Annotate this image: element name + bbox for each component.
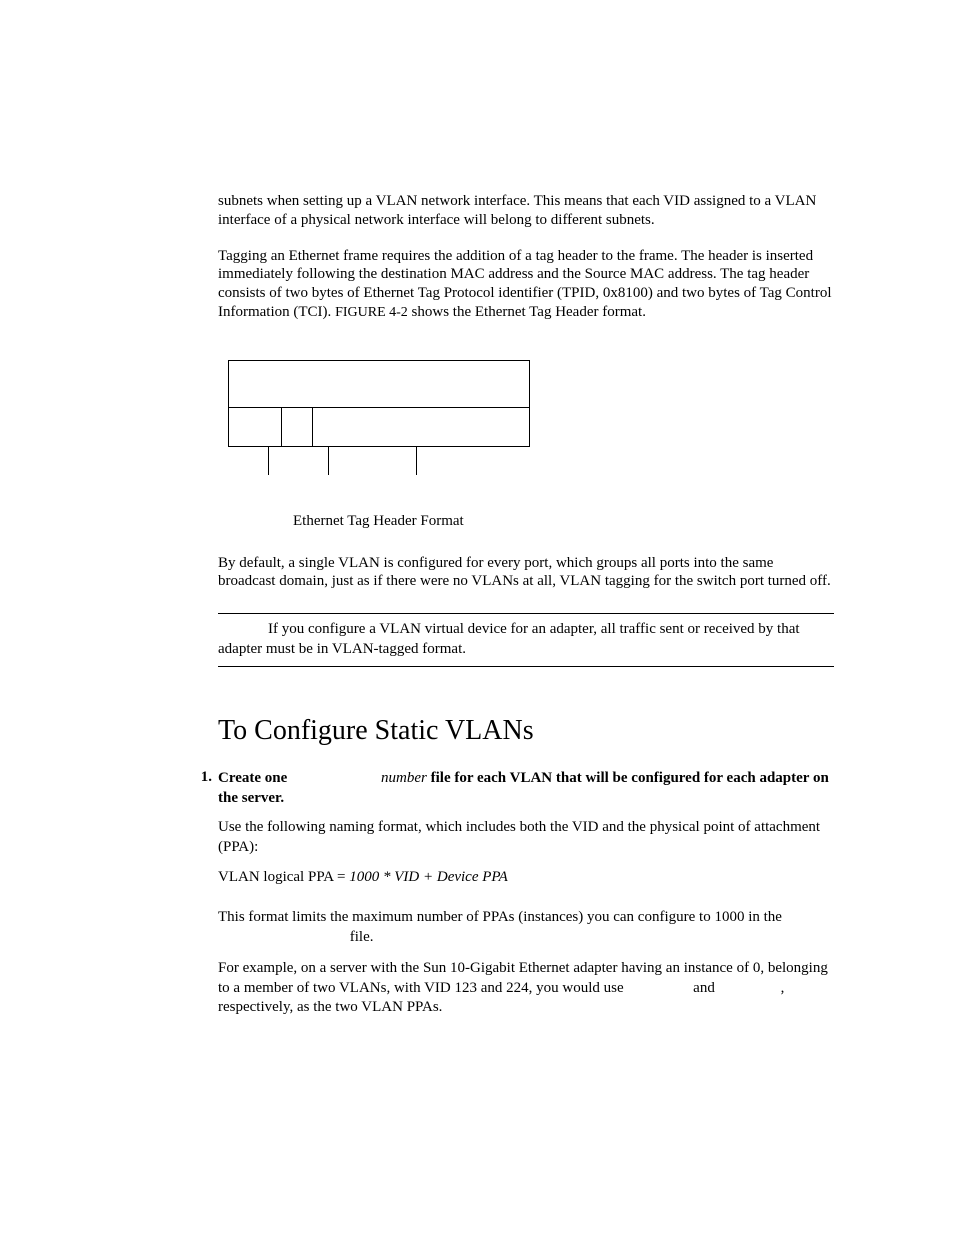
figure-caption: Ethernet Tag Header Format	[218, 513, 834, 530]
diagram-tick	[328, 447, 329, 475]
step-1: 1. Create one number file for each VLAN …	[218, 769, 834, 1018]
paragraph-default-vlan: By default, a single VLAN is configured …	[218, 554, 834, 592]
note-text: If you configure a VLAN virtual device f…	[218, 620, 834, 659]
step-sub-naming-format: Use the following naming format, which i…	[218, 818, 834, 857]
step-formula: VLAN logical PPA = 1000 * VID + Device P…	[218, 869, 834, 886]
text-run: This format limits the maximum number of…	[218, 909, 782, 925]
italic-number: number	[381, 770, 427, 786]
figure-reference: FIGURE 4-2	[335, 305, 408, 320]
diagram-cell	[229, 408, 282, 446]
diagram-tick	[268, 447, 269, 475]
note-box: If you configure a VLAN virtual device f…	[218, 613, 834, 667]
diagram-cell	[282, 408, 313, 446]
diagram-cell	[313, 408, 529, 446]
diagram-row-tpid	[228, 360, 530, 407]
paragraph-subnets: subnets when setting up a VLAN network i…	[218, 192, 834, 230]
ethernet-tag-header-diagram	[228, 360, 528, 483]
section-heading: To Configure Static VLANs	[218, 715, 834, 747]
step-sub-limit: This format limits the maximum number of…	[218, 908, 834, 947]
diagram-row-tci	[228, 407, 530, 447]
step-number: 1.	[194, 769, 218, 1018]
diagram-ticks	[228, 447, 528, 483]
paragraph-tagging: Tagging an Ethernet frame requires the a…	[218, 247, 834, 322]
step-sub-example: For example, on a server with the Sun 10…	[218, 959, 834, 1018]
diagram-tick	[416, 447, 417, 475]
text-run: Create one	[218, 770, 291, 786]
text-run: file for each VLAN that will be configur…	[218, 770, 829, 806]
italic-formula: 1000 * VID + Device PPA	[349, 869, 508, 885]
text-run: VLAN logical PPA =	[218, 869, 349, 885]
text-run: For example, on a server with the Sun 10…	[218, 960, 828, 996]
text-run: shows the Ethernet Tag Header format.	[408, 304, 646, 320]
step-body: Create one number file for each VLAN tha…	[218, 769, 834, 1018]
document-page: subnets when setting up a VLAN network i…	[0, 0, 954, 1018]
text-run: and	[689, 980, 718, 996]
text-run: file.	[346, 929, 374, 945]
step-instruction: Create one number file for each VLAN tha…	[218, 769, 834, 808]
